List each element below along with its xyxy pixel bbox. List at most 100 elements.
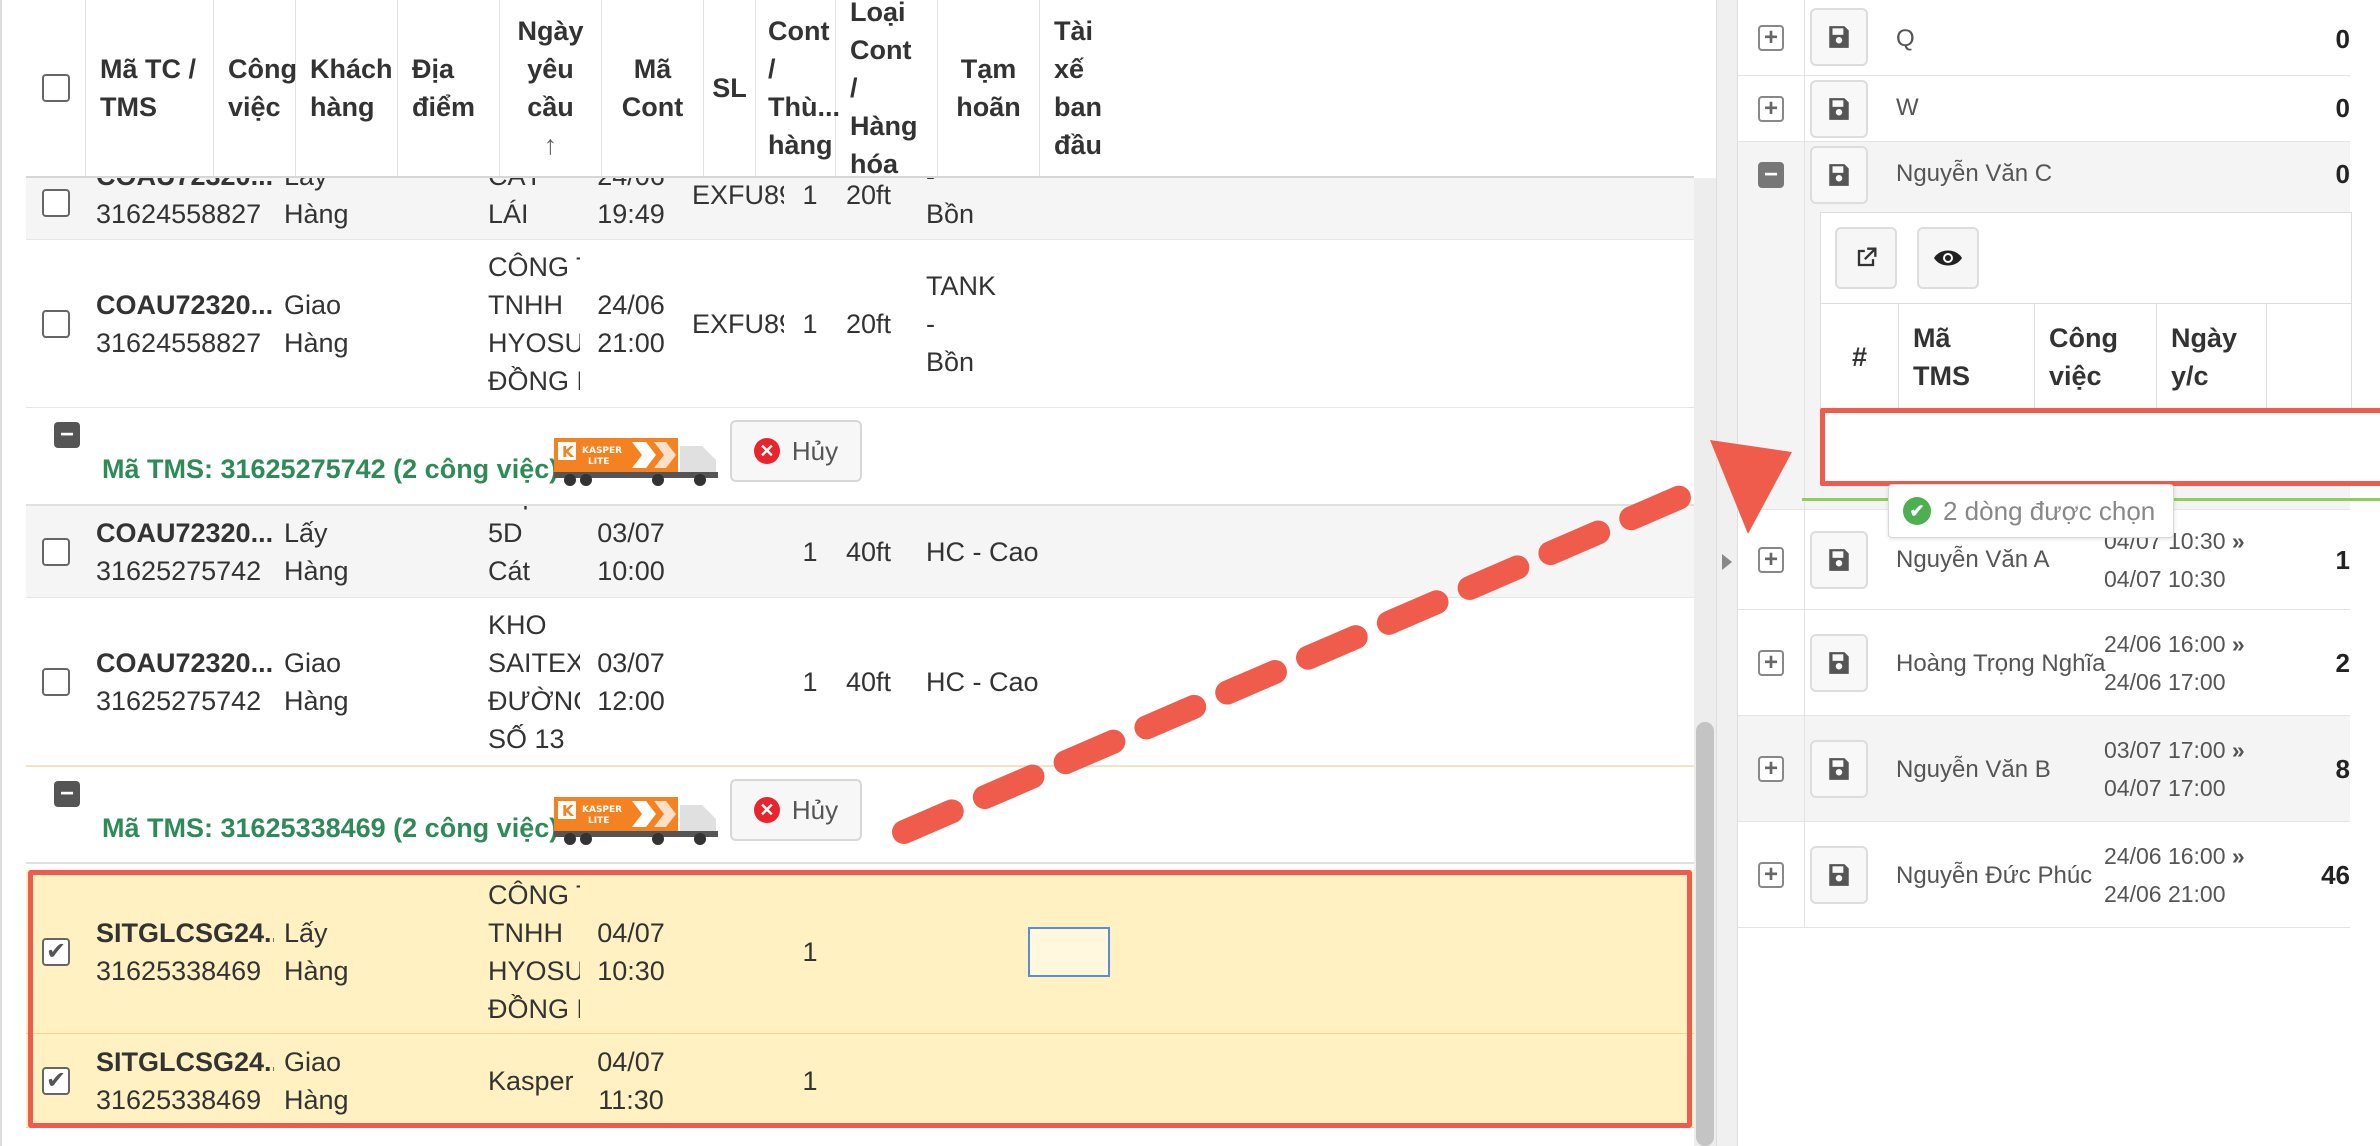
collapse-driver-icon[interactable]: −: [1758, 162, 1784, 188]
header-loai-cont[interactable]: Loại Cont / Hàng hóa: [836, 0, 938, 179]
cell-loai: HC - Cao: [926, 666, 1039, 697]
drop-target-zone[interactable]: [1820, 408, 2380, 486]
cell-loai: [916, 1034, 1018, 1127]
cell-tai-xe: [1120, 598, 1222, 765]
time-start: 24/06 16:00: [2104, 631, 2226, 657]
header-ngay-yeu-cau-label: Ngày yêu cầu: [517, 16, 584, 122]
cell-khach-hang: [376, 598, 478, 765]
table-row[interactable]: COAU72320... 31624558827 Giao Hàng CÔNG …: [26, 240, 1694, 408]
expand-driver-icon[interactable]: +: [1758, 650, 1784, 676]
collapse-group-icon[interactable]: −: [54, 422, 80, 448]
double-chevron-icon: »: [2231, 737, 2245, 763]
cancel-x-icon: ✕: [753, 797, 780, 823]
save-driver-button[interactable]: [1810, 531, 1868, 589]
driver-job-count: 0: [2335, 159, 2350, 189]
double-chevron-icon: »: [2231, 528, 2245, 554]
row-checkbox-checked[interactable]: ✔: [42, 937, 70, 966]
time-end: 24/06 21:00: [2104, 881, 2226, 907]
view-button[interactable]: [1917, 227, 1979, 289]
driver-row[interactable]: + Q 0: [1738, 0, 2350, 76]
save-driver-button[interactable]: [1810, 846, 1868, 904]
cancel-group-button[interactable]: ✕ Hủy: [730, 779, 862, 841]
row-select-cell: ✔: [26, 870, 86, 1033]
cell-ngay: 24/06 21:00: [597, 289, 665, 358]
select-all-checkbox[interactable]: [41, 74, 70, 102]
cell-khach-hang: [376, 1034, 478, 1127]
collapse-group-icon[interactable]: −: [54, 781, 80, 807]
cell-sl: 1: [802, 936, 818, 967]
cancel-group-button[interactable]: ✕ Hủy: [730, 420, 862, 482]
tam-hoan-input[interactable]: [1028, 926, 1110, 977]
subtable-col-cong-viec: Công việc: [2035, 304, 2157, 409]
cell-sl: 1: [802, 666, 818, 697]
expand-driver-icon[interactable]: +: [1758, 25, 1784, 51]
cell-ngay: 04/07 11:30: [597, 1046, 665, 1115]
header-ngay-yeu-cau[interactable]: Ngày yêu cầu ↑: [500, 0, 602, 176]
cell-ma: COAU72320... 31625275742: [86, 598, 274, 765]
cell-ma-cont: EXFU890...: [692, 308, 784, 339]
header-cong-viec[interactable]: Công việc: [214, 0, 297, 176]
header-select-all-cell: [26, 0, 86, 176]
floppy-disk-icon: [1829, 758, 1849, 780]
header-tam-hoan[interactable]: Tạm hoãn: [938, 0, 1040, 176]
driver-name: W: [1896, 94, 1919, 121]
driver-name: Q: [1896, 25, 1915, 52]
column-divider: [1804, 716, 1805, 822]
save-driver-button[interactable]: [1810, 146, 1868, 204]
expand-driver-icon[interactable]: +: [1758, 756, 1784, 782]
cell-sl: 1: [802, 536, 818, 567]
header-ma-cont[interactable]: Mã Cont: [602, 0, 704, 176]
driver-job-count: 0: [2335, 93, 2350, 123]
driver-row[interactable]: + Hoàng Trọng Nghĩa 24/06 16:00 » 24/06 …: [1738, 610, 2350, 716]
expand-driver-icon[interactable]: +: [1758, 862, 1784, 888]
header-khach-hang[interactable]: Khách hàng: [296, 0, 398, 176]
tms-code: 31625275742: [96, 685, 262, 716]
table-row-selected[interactable]: ✔ SITGLCSG24... 31625338469 Lấy Hàng CÔN…: [26, 870, 1694, 1034]
cell-cont: 40ft: [846, 536, 892, 567]
table-row[interactable]: COAU72320... 31625275742 Lấy Hàng Depot …: [26, 506, 1694, 598]
header-cont-thu-hang[interactable]: Cont / Thù... hàng: [756, 0, 840, 176]
floppy-disk-icon: [1829, 26, 1849, 48]
cell-cong-viec: Lấy Hàng: [284, 917, 349, 986]
table-scrollbar-thumb[interactable]: [1696, 722, 1714, 1146]
open-external-button[interactable]: [1835, 227, 1897, 289]
header-ma-tc[interactable]: Mã TC / TMS: [86, 0, 214, 176]
save-driver-button[interactable]: [1810, 8, 1868, 66]
cell-dia-diem: KHO SAITEX ĐƯỜNG SỐ 13: [488, 609, 580, 754]
row-checkbox-checked[interactable]: ✔: [42, 1066, 70, 1095]
save-driver-button[interactable]: [1810, 80, 1868, 138]
row-checkbox[interactable]: [42, 309, 70, 338]
header-sl[interactable]: SL: [704, 0, 756, 176]
subtable-col-extra: [2267, 304, 2351, 409]
time-end: 04/07 10:30: [2104, 566, 2226, 592]
time-start: 03/07 17:00: [2104, 737, 2226, 763]
driver-row[interactable]: + W 0: [1738, 76, 2350, 142]
driver-row[interactable]: + Nguyễn Văn B 03/07 17:00 » 04/07 17:00…: [1738, 716, 2350, 822]
cell-khach-hang: [376, 240, 478, 407]
driver-name: Hoàng Trọng Nghĩa: [1896, 650, 2106, 677]
driver-name: Nguyễn Văn C: [1896, 160, 2053, 187]
expand-driver-icon[interactable]: +: [1758, 96, 1784, 122]
column-divider: [1804, 76, 1805, 142]
header-dia-diem[interactable]: Địa điểm: [398, 0, 500, 176]
header-tai-xe[interactable]: Tài xế ban đầu: [1040, 0, 1142, 176]
tms-code: 31625338469: [96, 1084, 262, 1115]
save-driver-button[interactable]: [1810, 634, 1868, 692]
panel-splitter[interactable]: [1716, 0, 1738, 1146]
expand-driver-icon[interactable]: +: [1758, 547, 1784, 573]
table-row[interactable]: COAU72320... 31625275742 Giao Hàng KHO S…: [26, 598, 1694, 766]
expand-panel-icon[interactable]: [1720, 552, 1734, 572]
table-row-selected[interactable]: ✔ SITGLCSG24... 31625338469 Giao Hàng Ka…: [26, 1034, 1694, 1128]
driver-row[interactable]: + Nguyễn Đức Phúc 24/06 16:00 » 24/06 21…: [1738, 822, 2350, 928]
subtable-col-index: #: [1821, 304, 1899, 409]
double-chevron-icon: »: [2231, 631, 2245, 657]
floppy-disk-icon: [1829, 549, 1849, 571]
cell-ngay: 03/07 10:00: [597, 517, 665, 586]
row-checkbox[interactable]: [42, 667, 70, 696]
save-driver-button[interactable]: [1810, 740, 1868, 798]
cell-dia-diem: CÔNG TY TNHH HYOSUNG ĐỒNG NAI: [488, 251, 580, 396]
row-checkbox[interactable]: [42, 537, 70, 566]
row-checkbox[interactable]: [42, 189, 70, 217]
sort-ascending-icon: ↑: [543, 130, 558, 160]
svg-text:LITE: LITE: [588, 816, 609, 826]
